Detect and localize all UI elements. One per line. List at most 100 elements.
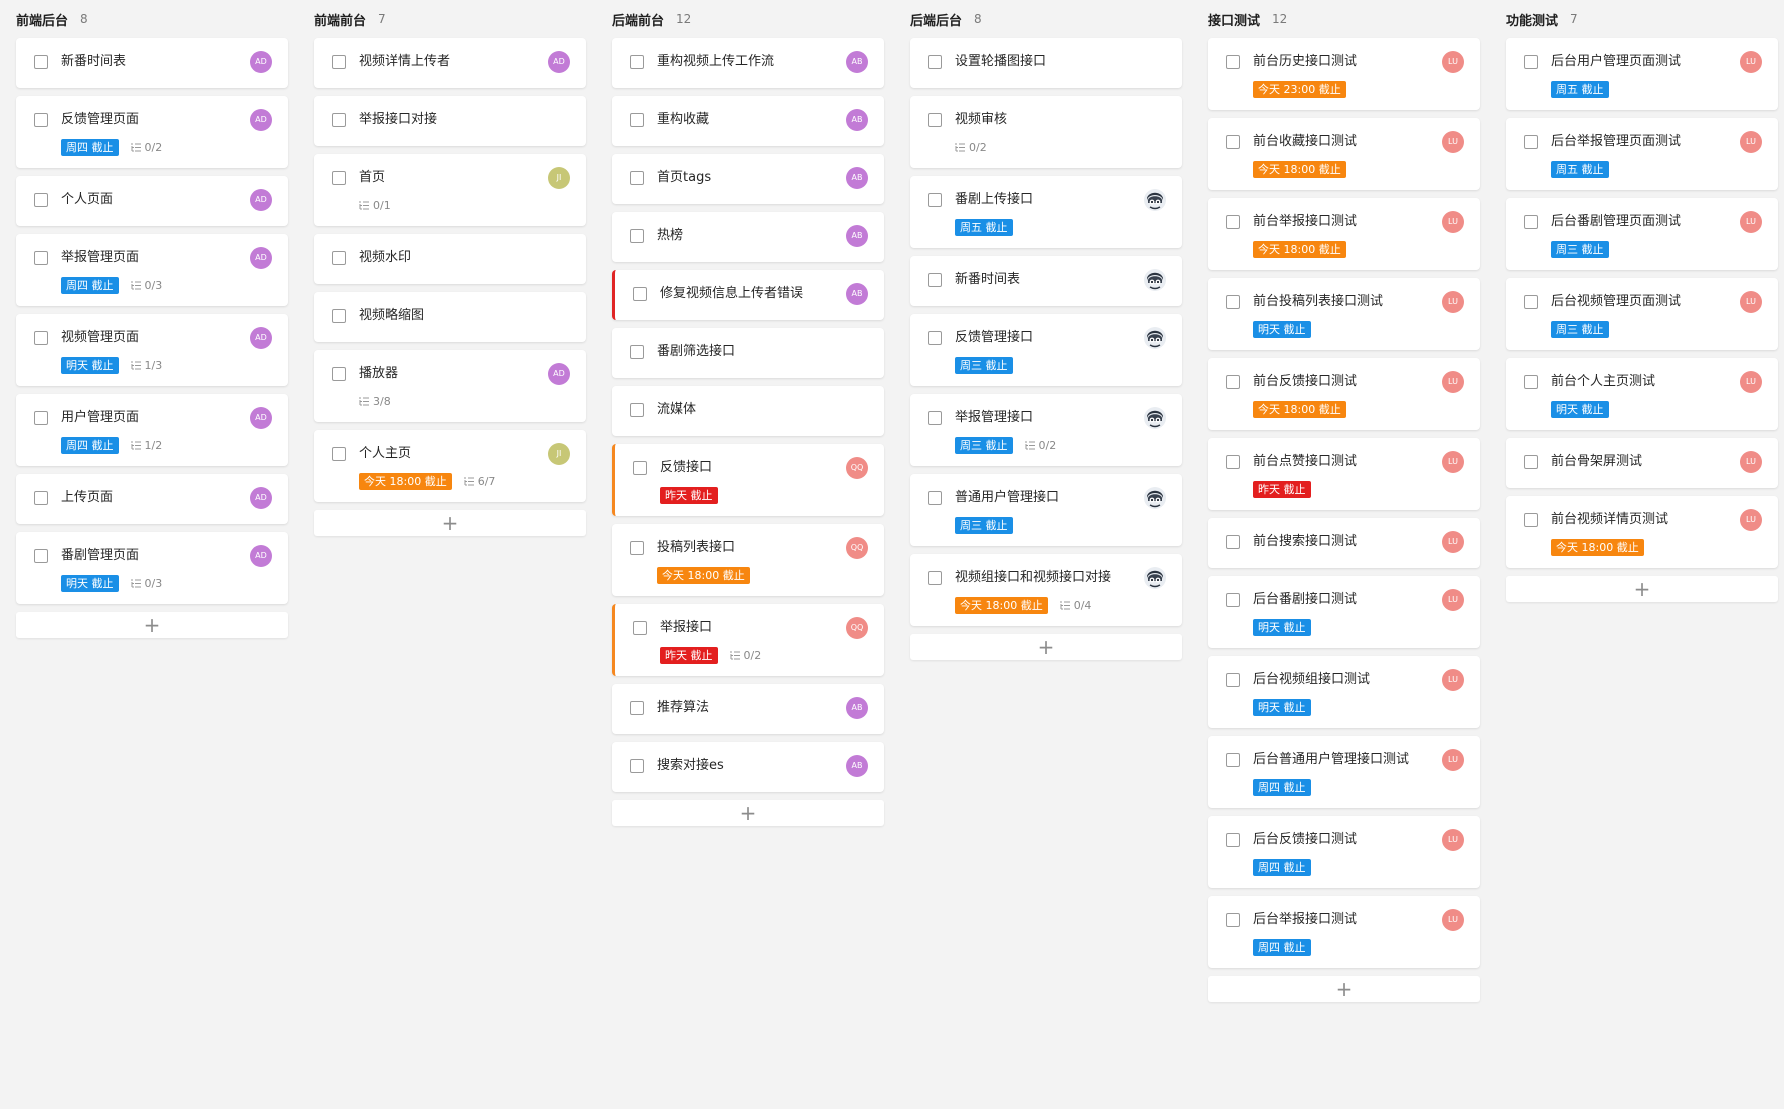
assignee-avatar[interactable]: LU <box>1442 669 1464 691</box>
add-card-button[interactable]: + <box>1506 576 1778 602</box>
task-card[interactable]: 首页 JI 0/1 <box>314 154 586 226</box>
task-card[interactable]: 前台举报接口测试 LU 今天 18:00 截止 <box>1208 198 1480 270</box>
task-card[interactable]: 修复视频信息上传者错误 AB <box>612 270 884 320</box>
task-card[interactable]: 视频审核 0/2 <box>910 96 1182 168</box>
task-checkbox[interactable] <box>1524 215 1538 229</box>
task-card[interactable]: 视频组接口和视频接口对接 今天 18:00 截止 0/4 <box>910 554 1182 626</box>
task-checkbox[interactable] <box>630 403 644 417</box>
assignee-avatar[interactable]: JI <box>548 167 570 189</box>
task-card[interactable]: 前台点赞接口测试 LU 昨天 截止 <box>1208 438 1480 510</box>
task-card[interactable]: 反馈接口 QQ 昨天 截止 <box>612 444 884 516</box>
assignee-avatar[interactable]: LU <box>1740 211 1762 233</box>
task-card[interactable]: 番剧筛选接口 <box>612 328 884 378</box>
task-checkbox[interactable] <box>34 411 48 425</box>
task-checkbox[interactable] <box>332 113 346 127</box>
task-card[interactable]: 番剧上传接口 周五 截止 <box>910 176 1182 248</box>
task-checkbox[interactable] <box>34 549 48 563</box>
task-card[interactable]: 后台视频管理页面测试 LU 周三 截止 <box>1506 278 1778 350</box>
assignee-avatar[interactable]: LU <box>1442 211 1464 233</box>
task-checkbox[interactable] <box>1226 55 1240 69</box>
task-checkbox[interactable] <box>633 287 647 301</box>
task-card[interactable]: 后台举报管理页面测试 LU 周五 截止 <box>1506 118 1778 190</box>
task-card[interactable]: 前台投稿列表接口测试 LU 明天 截止 <box>1208 278 1480 350</box>
task-checkbox[interactable] <box>630 345 644 359</box>
task-checkbox[interactable] <box>633 621 647 635</box>
assignee-avatar[interactable] <box>1144 189 1166 211</box>
assignee-avatar[interactable]: AB <box>846 167 868 189</box>
assignee-avatar[interactable]: LU <box>1442 51 1464 73</box>
task-card[interactable]: 后台番剧管理页面测试 LU 周三 截止 <box>1506 198 1778 270</box>
assignee-avatar[interactable]: AB <box>846 283 868 305</box>
assignee-avatar[interactable]: AD <box>250 545 272 567</box>
task-card[interactable]: 前台搜索接口测试 LU <box>1208 518 1480 568</box>
task-card[interactable]: 推荐算法 AB <box>612 684 884 734</box>
task-card[interactable]: 前台个人主页测试 LU 明天 截止 <box>1506 358 1778 430</box>
task-checkbox[interactable] <box>928 193 942 207</box>
assignee-avatar[interactable]: AD <box>250 327 272 349</box>
task-checkbox[interactable] <box>630 541 644 555</box>
assignee-avatar[interactable]: QQ <box>846 537 868 559</box>
task-checkbox[interactable] <box>34 251 48 265</box>
task-checkbox[interactable] <box>928 113 942 127</box>
task-checkbox[interactable] <box>1226 295 1240 309</box>
assignee-avatar[interactable]: AD <box>250 189 272 211</box>
task-card[interactable]: 普通用户管理接口 周三 截止 <box>910 474 1182 546</box>
task-card[interactable]: 反馈管理接口 周三 截止 <box>910 314 1182 386</box>
task-checkbox[interactable] <box>332 447 346 461</box>
add-card-button[interactable]: + <box>314 510 586 536</box>
task-checkbox[interactable] <box>630 229 644 243</box>
task-checkbox[interactable] <box>1226 535 1240 549</box>
assignee-avatar[interactable]: AD <box>250 247 272 269</box>
assignee-avatar[interactable]: LU <box>1740 509 1762 531</box>
task-checkbox[interactable] <box>332 55 346 69</box>
assignee-avatar[interactable]: AB <box>846 51 868 73</box>
task-checkbox[interactable] <box>332 309 346 323</box>
task-card[interactable]: 举报接口对接 <box>314 96 586 146</box>
task-card[interactable]: 搜索对接es AB <box>612 742 884 792</box>
add-card-button[interactable]: + <box>16 612 288 638</box>
task-card[interactable]: 后台普通用户管理接口测试 LU 周四 截止 <box>1208 736 1480 808</box>
task-card[interactable]: 前台骨架屏测试 LU <box>1506 438 1778 488</box>
task-card[interactable]: 播放器 AD 3/8 <box>314 350 586 422</box>
task-card[interactable]: 新番时间表 AD <box>16 38 288 88</box>
task-card[interactable]: 重构视频上传工作流 AB <box>612 38 884 88</box>
task-checkbox[interactable] <box>34 491 48 505</box>
task-card[interactable]: 流媒体 <box>612 386 884 436</box>
assignee-avatar[interactable]: LU <box>1740 371 1762 393</box>
task-checkbox[interactable] <box>1226 673 1240 687</box>
assignee-avatar[interactable] <box>1144 327 1166 349</box>
assignee-avatar[interactable]: LU <box>1442 829 1464 851</box>
assignee-avatar[interactable]: LU <box>1740 131 1762 153</box>
task-checkbox[interactable] <box>1524 295 1538 309</box>
add-card-button[interactable]: + <box>612 800 884 826</box>
add-card-button[interactable]: + <box>910 634 1182 660</box>
task-card[interactable]: 视频水印 <box>314 234 586 284</box>
task-card[interactable]: 个人主页 JI 今天 18:00 截止 6/7 <box>314 430 586 502</box>
assignee-avatar[interactable]: LU <box>1442 531 1464 553</box>
task-card[interactable]: 举报管理页面 AD 周四 截止 0/3 <box>16 234 288 306</box>
add-card-button[interactable]: + <box>1208 976 1480 1002</box>
task-checkbox[interactable] <box>1226 593 1240 607</box>
task-card[interactable]: 视频管理页面 AD 明天 截止 1/3 <box>16 314 288 386</box>
task-card[interactable]: 举报接口 QQ 昨天 截止 0/2 <box>612 604 884 676</box>
task-checkbox[interactable] <box>1226 833 1240 847</box>
task-card[interactable]: 上传页面 AD <box>16 474 288 524</box>
assignee-avatar[interactable]: AD <box>548 363 570 385</box>
assignee-avatar[interactable]: AD <box>250 407 272 429</box>
task-checkbox[interactable] <box>633 461 647 475</box>
task-card[interactable]: 视频详情上传者 AD <box>314 38 586 88</box>
assignee-avatar[interactable] <box>1144 269 1166 291</box>
task-card[interactable]: 新番时间表 <box>910 256 1182 306</box>
assignee-avatar[interactable]: LU <box>1442 131 1464 153</box>
task-card[interactable]: 用户管理页面 AD 周四 截止 1/2 <box>16 394 288 466</box>
task-card[interactable]: 个人页面 AD <box>16 176 288 226</box>
task-checkbox[interactable] <box>34 55 48 69</box>
task-checkbox[interactable] <box>1524 135 1538 149</box>
task-checkbox[interactable] <box>34 113 48 127</box>
task-card[interactable]: 设置轮播图接口 <box>910 38 1182 88</box>
task-checkbox[interactable] <box>928 273 942 287</box>
assignee-avatar[interactable]: LU <box>1442 909 1464 931</box>
task-card[interactable]: 后台反馈接口测试 LU 周四 截止 <box>1208 816 1480 888</box>
task-card[interactable]: 重构收藏 AB <box>612 96 884 146</box>
task-card[interactable]: 前台反馈接口测试 LU 今天 18:00 截止 <box>1208 358 1480 430</box>
